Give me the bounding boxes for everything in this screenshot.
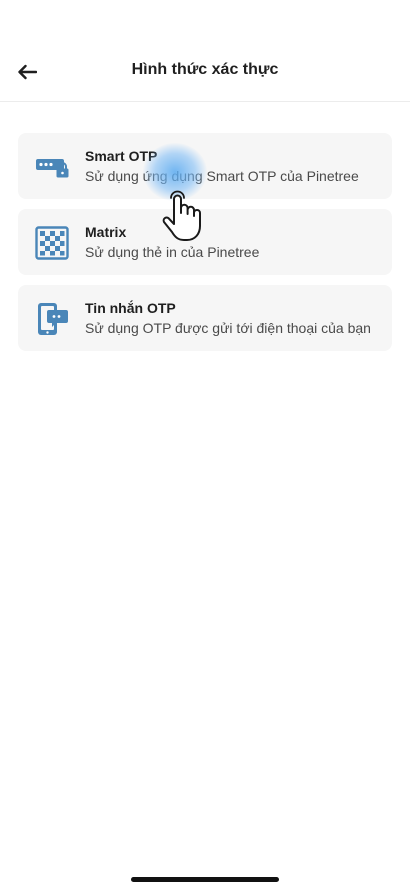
home-indicator[interactable]: [131, 877, 279, 882]
option-title: Matrix: [85, 224, 127, 240]
option-title: Smart OTP: [85, 148, 158, 164]
option-matrix[interactable]: Matrix Sử dụng thẻ in của Pinetree: [18, 209, 392, 275]
option-description: Sử dụng ứng dụng Smart OTP của Pinetree: [85, 168, 359, 184]
option-title: Tin nhắn OTP: [85, 300, 176, 316]
page-title: Hình thức xác thực: [131, 61, 279, 78]
header: Hình thức xác thực: [0, 0, 410, 102]
option-sms-otp[interactable]: Tin nhắn OTP Sử dụng OTP được gửi tới đi…: [18, 285, 392, 351]
option-description: Sử dụng OTP được gửi tới điện thoại của …: [85, 320, 371, 336]
auth-method-list: Smart OTP Sử dụng ứng dụng Smart OTP của…: [18, 133, 392, 361]
option-description: Sử dụng thẻ in của Pinetree: [85, 244, 260, 260]
password-lock-icon: [36, 159, 69, 178]
phone-message-icon: [38, 303, 68, 335]
checker-matrix-icon: [35, 226, 69, 260]
option-smart-otp[interactable]: Smart OTP Sử dụng ứng dụng Smart OTP của…: [18, 133, 392, 199]
